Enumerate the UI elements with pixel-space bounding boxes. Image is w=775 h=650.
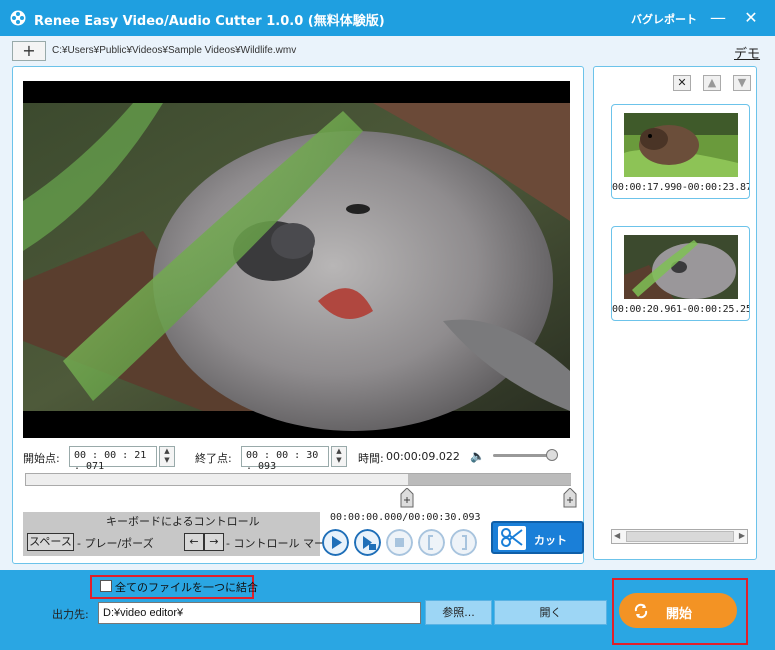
- app-title: Renee Easy Video/Audio Cutter 1.0.0 (無料体…: [34, 14, 385, 29]
- cut-button-label: カット: [534, 534, 567, 547]
- arrow-down-icon[interactable]: ▼: [160, 456, 174, 465]
- move-down-button[interactable]: ▼: [733, 75, 751, 91]
- add-file-button[interactable]: +: [12, 41, 46, 61]
- clip-item[interactable]: 00:00:17.990-00:00:23.876: [611, 104, 750, 199]
- output-label: 出力先:: [52, 608, 89, 621]
- clip-item[interactable]: 00:00:20.961-00:00:25.252: [611, 226, 750, 321]
- clip-thumbnail: [624, 235, 738, 299]
- title-bar: Renee Easy Video/Audio Cutter 1.0.0 (無料体…: [0, 0, 775, 36]
- arrow-up-icon[interactable]: ▲: [160, 447, 174, 456]
- arrow-up-icon[interactable]: ▲: [332, 447, 346, 456]
- scissors-icon: [498, 526, 526, 550]
- scroll-left-icon[interactable]: ◀: [614, 531, 620, 540]
- browse-button[interactable]: 参照...: [425, 600, 492, 625]
- demo-link[interactable]: デモ: [734, 43, 760, 62]
- keyboard-help-title: キーボードによるコントロール: [106, 515, 260, 528]
- close-button[interactable]: ✕: [739, 6, 763, 30]
- timeline-bar[interactable]: [25, 473, 571, 486]
- arrow-key-desc: - コントロール マーク: [226, 537, 336, 550]
- video-preview[interactable]: [23, 81, 570, 438]
- volume-slider[interactable]: [493, 454, 553, 457]
- refresh-icon: [634, 603, 648, 619]
- output-path-input[interactable]: D:¥video editor¥: [98, 602, 421, 624]
- set-start-mark-icon[interactable]: [418, 529, 445, 556]
- speaker-icon[interactable]: 🔈: [470, 449, 485, 463]
- scroll-right-icon[interactable]: ▶: [739, 531, 745, 540]
- space-key: スペース: [27, 533, 74, 551]
- start-button-label: 開始: [666, 607, 693, 622]
- open-folder-button[interactable]: 開く: [494, 600, 607, 625]
- playback-time: 00:00:00.000/00:00:30.093: [330, 512, 481, 523]
- bug-report-link[interactable]: バグレポート: [631, 11, 697, 27]
- end-time-stepper[interactable]: ▲ ▼: [331, 446, 347, 467]
- set-end-mark-icon[interactable]: [450, 529, 477, 556]
- end-time-input[interactable]: 00 : 00 : 30 . 093: [241, 446, 329, 472]
- start-point-label: 開始点:: [23, 452, 60, 465]
- end-point-label: 終了点:: [195, 452, 232, 465]
- left-arrow-key: ←: [184, 533, 204, 551]
- arrow-down-icon[interactable]: ▼: [332, 456, 346, 465]
- file-path: C:¥Users¥Public¥Videos¥Sample Videos¥Wil…: [52, 45, 297, 56]
- right-arrow-key: →: [204, 533, 224, 551]
- play-icon[interactable]: [322, 529, 349, 556]
- end-marker-handle[interactable]: [563, 488, 577, 508]
- stop-icon[interactable]: [386, 529, 413, 556]
- start-time-input[interactable]: 00 : 00 : 21 . 071: [69, 446, 157, 472]
- clip-time-range: 00:00:17.990-00:00:23.876: [612, 182, 750, 193]
- cut-button[interactable]: カット: [491, 521, 584, 554]
- merge-checkbox[interactable]: [100, 580, 112, 592]
- play-selection-icon[interactable]: [354, 529, 381, 556]
- duration-label: 時間:: [358, 452, 384, 465]
- merge-label[interactable]: 全てのファイルを一つに結合: [115, 579, 258, 595]
- film-reel-icon: [10, 10, 26, 26]
- koala-video-frame: [23, 81, 570, 438]
- scrollbar-thumb[interactable]: [626, 531, 734, 542]
- start-button[interactable]: 開始: [619, 593, 737, 628]
- clip-thumbnail: [624, 113, 738, 177]
- minimize-button[interactable]: —: [706, 6, 730, 30]
- clip-time-range: 00:00:20.961-00:00:25.252: [612, 304, 750, 315]
- start-marker-handle[interactable]: [400, 488, 414, 508]
- move-up-button[interactable]: ▲: [703, 75, 721, 91]
- duration-value: 00:00:09.022: [386, 450, 460, 463]
- start-time-stepper[interactable]: ▲ ▼: [159, 446, 175, 467]
- timeline-selection: [408, 474, 571, 485]
- space-key-desc: - プレー/ポーズ: [77, 537, 154, 550]
- volume-slider-knob[interactable]: [546, 449, 558, 461]
- clip-list-scrollbar[interactable]: ◀ ▶: [611, 529, 748, 544]
- delete-clip-button[interactable]: ✕: [673, 75, 691, 91]
